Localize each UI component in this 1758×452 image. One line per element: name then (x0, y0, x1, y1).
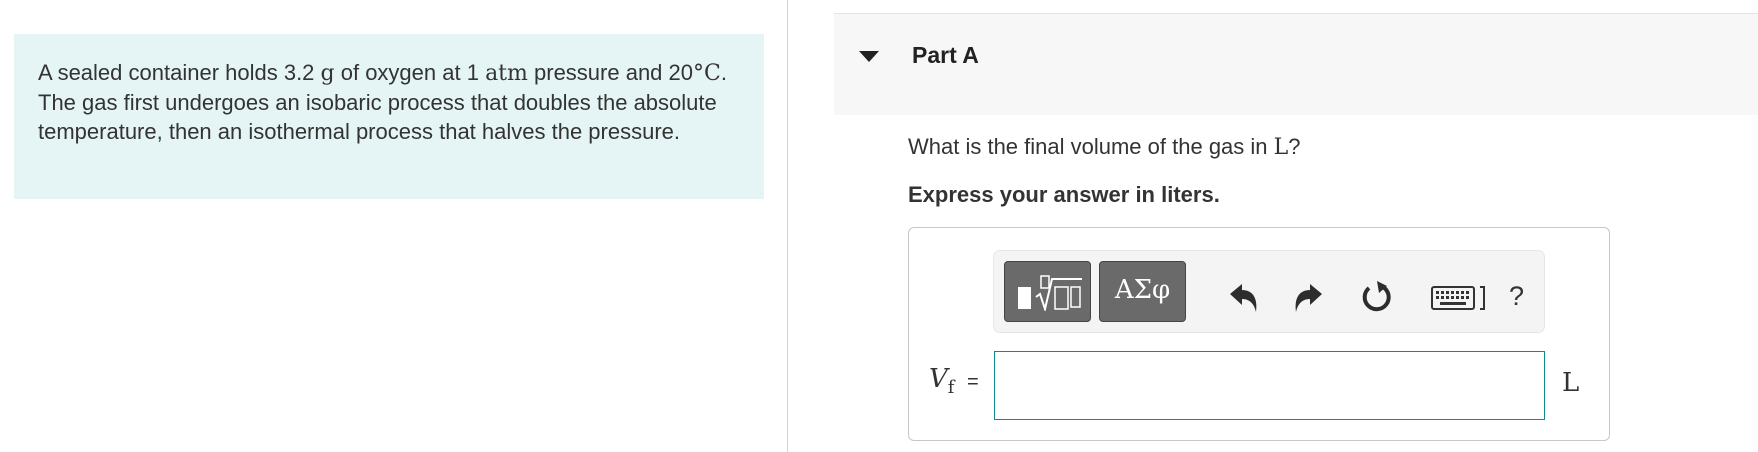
problem-intro: A sealed container holds 3.2 g of oxygen… (14, 34, 764, 199)
answer-input[interactable] (994, 351, 1545, 420)
intro-text-2: of oxygen at 1 (334, 60, 486, 85)
keyboard-icon[interactable] (1430, 279, 1490, 315)
math-toolbar: ΑΣφ ? (993, 250, 1545, 333)
templates-icon (1018, 275, 1082, 311)
variable-symbol: V (929, 364, 948, 394)
question-text: What is the final volume of the gas in L… (908, 134, 1301, 160)
answer-box: ΑΣφ ? Vf = L (908, 227, 1610, 441)
help-button[interactable]: ? (1509, 281, 1524, 312)
templates-button[interactable] (1004, 261, 1091, 322)
answer-unit: L (1562, 368, 1580, 398)
problem-statement: A sealed container holds 3.2 g of oxygen… (38, 58, 740, 146)
mass-unit: g (320, 61, 335, 86)
equals-sign: = (967, 371, 979, 393)
undo-icon[interactable] (1222, 279, 1262, 315)
answer-variable: Vf (929, 364, 954, 398)
intro-text-3: pressure and 20 (527, 60, 693, 85)
caret-down-icon[interactable] (859, 51, 879, 62)
question-unit: L (1273, 135, 1289, 160)
part-title: Part A (912, 42, 979, 68)
greek-symbols-button[interactable]: ΑΣφ (1099, 261, 1186, 322)
temperature-unit: °C (693, 61, 721, 86)
pressure-unit: atm (485, 61, 528, 86)
intro-text-1: A sealed container holds 3.2 (38, 60, 321, 85)
reset-icon[interactable] (1357, 279, 1397, 315)
question-text-main: What is the final volume of the gas in (908, 134, 1274, 159)
column-divider (787, 0, 788, 452)
answer-instruction: Express your answer in liters. (908, 182, 1220, 207)
variable-subscript: f (947, 377, 955, 398)
question-mark: ? (1288, 134, 1301, 159)
redo-icon[interactable] (1290, 279, 1330, 315)
greek-symbols-label: ΑΣφ (1114, 275, 1171, 305)
part-header[interactable]: Part A (834, 13, 1758, 115)
